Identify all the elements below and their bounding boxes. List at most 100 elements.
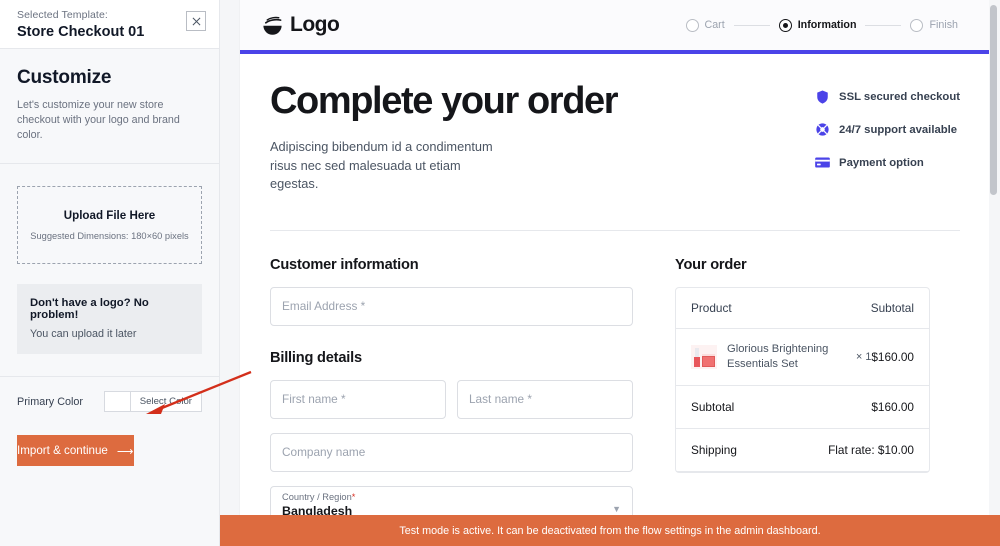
color-swatch[interactable] <box>104 392 131 411</box>
company-name-placeholder: Company name <box>282 445 366 459</box>
close-glyph <box>192 17 200 25</box>
upload-subtitle: Suggested Dimensions: 180×60 pixels <box>30 231 189 241</box>
sidebar-divider-1 <box>0 163 219 164</box>
no-logo-title: Don't have a logo? No problem! <box>30 297 149 321</box>
sidebar-header: Selected Template: Store Checkout 01 <box>0 0 219 49</box>
product-name: Glorious Brightening Essentials Set <box>727 342 829 370</box>
country-label-text: Country / Region <box>282 491 352 502</box>
sidebar-divider-2 <box>0 376 219 377</box>
your-order-heading: Your order <box>675 256 747 273</box>
trust-label: 24/7 support available <box>839 123 958 136</box>
selected-template-label: Selected Template: <box>17 9 108 21</box>
import-and-continue-button[interactable]: Import & continue ⟶ <box>17 435 134 466</box>
step-finish[interactable]: Finish <box>910 18 958 32</box>
checkout-columns: Customer information Email Address * Bil… <box>270 231 960 530</box>
last-name-placeholder: Last name * <box>469 392 532 406</box>
shipping-label: Shipping <box>691 442 737 457</box>
order-table-header: Product Subtotal <box>676 288 929 329</box>
customize-section: Customize Let's customize your new store… <box>0 49 219 143</box>
customize-title: Customize <box>17 67 112 88</box>
radio-icon <box>910 18 924 32</box>
upload-file-dropzone[interactable]: Upload File Here Suggested Dimensions: 1… <box>17 186 202 264</box>
product-thumbnail <box>691 344 717 369</box>
checkout-steps: Cart Information Finish <box>685 18 958 32</box>
hero-section: Complete your order Adipiscing bibendum … <box>270 81 960 194</box>
step-separator <box>733 24 770 26</box>
store-logo[interactable]: Logo <box>261 13 340 37</box>
step-separator <box>865 24 902 26</box>
no-logo-subtitle: You can upload it later <box>30 328 137 340</box>
select-color-label: Select Color <box>139 396 192 407</box>
trust-payment: Payment option <box>815 155 960 170</box>
step-information[interactable]: Information <box>778 18 857 32</box>
email-field[interactable]: Email Address * <box>270 286 633 326</box>
customize-sidebar: Selected Template: Store Checkout 01 Cus… <box>0 0 220 546</box>
tube-cap <box>695 347 699 357</box>
email-placeholder: Email Address * <box>282 299 366 313</box>
subtotal-label: Subtotal <box>691 399 735 414</box>
last-name-field[interactable]: Last name * <box>457 379 633 419</box>
order-summary-column: Your order Product Subtotal Glorious Bri… <box>675 257 930 530</box>
bowl-logo-icon <box>263 16 282 35</box>
no-logo-notice: Don't have a logo? No problem! You can u… <box>17 284 202 354</box>
company-name-field[interactable]: Company name <box>270 432 633 472</box>
shipping-value: Flat rate: $10.00 <box>828 442 914 457</box>
logo-text: Logo <box>290 13 340 36</box>
name-fields-row: First name * Last name * <box>270 366 633 419</box>
scrollbar-thumb[interactable] <box>990 5 997 195</box>
checkout-content: Complete your order Adipiscing bibendum … <box>240 54 990 530</box>
checkout-card: Logo Cart Information Finish Complete yo… <box>240 0 990 546</box>
trust-label: SSL secured checkout <box>839 90 960 103</box>
vertical-scrollbar[interactable] <box>989 0 998 546</box>
close-icon[interactable] <box>186 11 206 31</box>
jar <box>702 355 715 367</box>
app-root: Selected Template: Store Checkout 01 Cus… <box>0 0 1000 546</box>
chevron-down-icon: ▼ <box>612 503 621 514</box>
progress-fill <box>240 50 990 54</box>
order-table: Product Subtotal Glorious Brightening Es… <box>675 286 930 473</box>
trust-support: 24/7 support available <box>815 122 960 137</box>
test-mode-text: Test mode is active. It can be deactivat… <box>399 524 821 537</box>
column-subtotal: Subtotal <box>870 300 914 315</box>
radio-icon <box>685 18 699 32</box>
checkout-preview: Logo Cart Information Finish Complete yo… <box>220 0 1000 546</box>
page-subtitle: Adipiscing bibendum id a condimentum ris… <box>270 139 493 191</box>
order-shipping-row: Shipping Flat rate: $10.00 <box>676 429 929 472</box>
shield-glyph <box>817 89 828 104</box>
first-name-field[interactable]: First name * <box>270 379 446 419</box>
order-subtotal-row: Subtotal $160.00 <box>676 386 929 429</box>
tube <box>694 356 700 367</box>
trust-badges: SSL secured checkout 24/7 support availa… <box>815 89 960 188</box>
customize-description: Let's customize your new store checkout … <box>17 99 180 141</box>
upload-title: Upload File Here <box>63 209 156 222</box>
progress-track <box>240 50 990 54</box>
template-name: Store Checkout 01 <box>17 24 145 40</box>
column-product: Product <box>691 300 732 315</box>
first-name-placeholder: First name * <box>282 392 346 406</box>
trust-label: Payment option <box>839 156 924 169</box>
hero-text: Complete your order Adipiscing bibendum … <box>270 81 670 194</box>
arrow-right-icon: ⟶ <box>116 444 134 458</box>
customer-information-heading: Customer information <box>270 256 419 273</box>
select-color-button[interactable]: Select Color <box>103 391 202 412</box>
step-label: Information <box>797 19 857 31</box>
step-label: Finish <box>929 19 958 31</box>
product-price: $160.00 <box>871 349 914 364</box>
primary-color-label: Primary Color <box>17 395 83 408</box>
lifebuoy-glyph <box>816 123 829 136</box>
table-row: Glorious Brightening Essentials Set × 1 … <box>676 329 929 386</box>
step-label: Cart <box>704 19 725 31</box>
credit-card-glyph <box>815 157 830 168</box>
required-asterisk: * <box>351 491 356 502</box>
billing-form-column: Customer information Email Address * Bil… <box>270 257 633 530</box>
product-quantity: × 1 <box>856 350 872 363</box>
lifebuoy-icon <box>815 122 830 137</box>
credit-card-icon <box>815 155 830 170</box>
step-cart[interactable]: Cart <box>685 18 725 32</box>
primary-color-row: Primary Color Select Color <box>17 391 202 412</box>
test-mode-banner: Test mode is active. It can be deactivat… <box>220 515 1000 546</box>
country-label: Country / Region* <box>282 492 621 502</box>
shield-icon <box>815 89 830 104</box>
radio-selected-icon <box>778 18 792 32</box>
import-button-label: Import & continue <box>17 444 108 457</box>
